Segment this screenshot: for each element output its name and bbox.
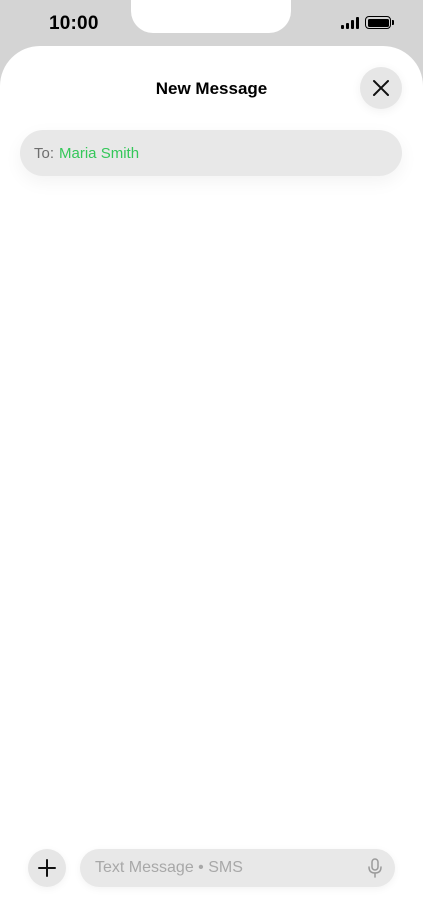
to-field[interactable]: To: Maria Smith	[20, 130, 402, 176]
to-label: To:	[34, 144, 55, 162]
message-composer	[28, 848, 395, 888]
close-button[interactable]	[360, 67, 402, 109]
recipient-name[interactable]: Maria Smith	[59, 145, 139, 162]
status-bar: 10:00	[0, 0, 423, 48]
close-icon	[373, 80, 389, 96]
message-input[interactable]	[80, 849, 395, 887]
message-input-wrap	[80, 849, 395, 887]
plus-icon	[38, 859, 56, 877]
microphone-icon[interactable]	[367, 858, 383, 878]
cellular-signal-icon	[341, 16, 359, 29]
phone-screen: 10:00 New Message To: Maria Smith	[0, 0, 423, 915]
new-message-sheet: New Message To: Maria Smith	[0, 46, 423, 915]
add-attachment-button[interactable]	[28, 849, 66, 887]
status-icons	[341, 16, 394, 29]
notch	[131, 0, 291, 33]
status-time: 10:00	[49, 13, 99, 34]
battery-icon	[365, 16, 394, 29]
